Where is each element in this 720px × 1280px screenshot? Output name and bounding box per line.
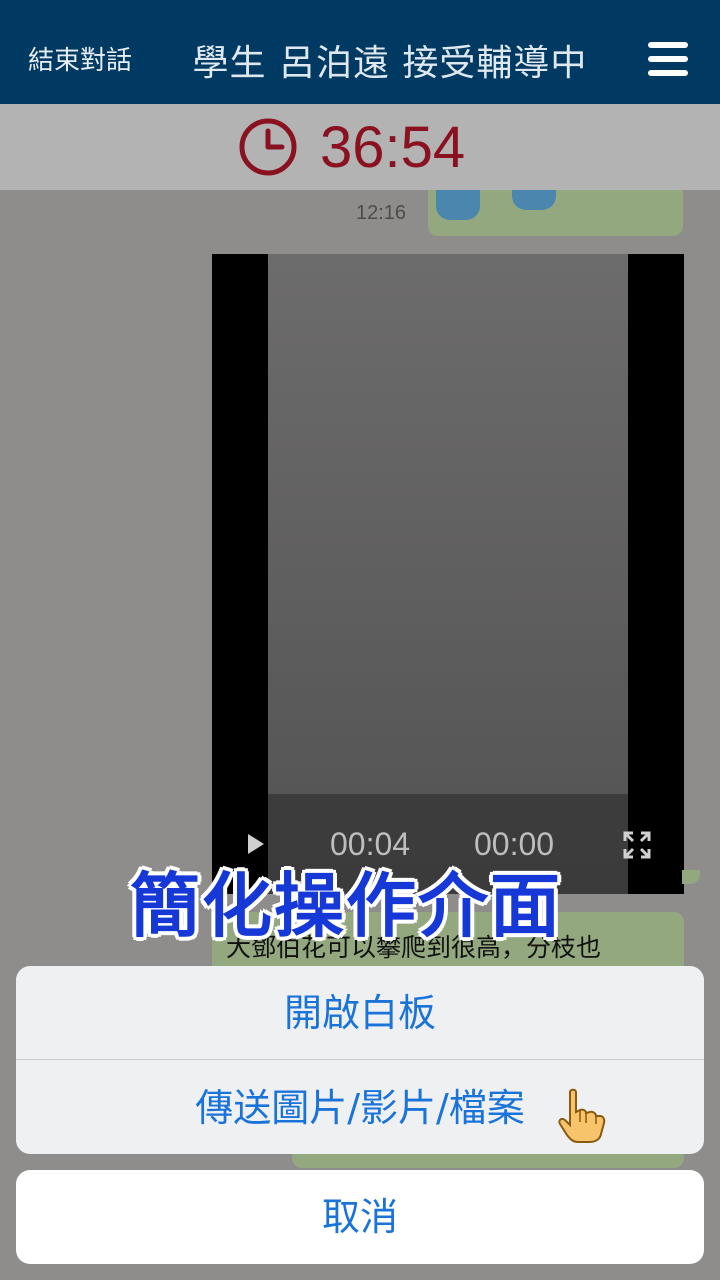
page-title: 學生 呂泊遠 接受輔導中 xyxy=(192,43,588,84)
menu-icon[interactable] xyxy=(648,42,688,76)
open-whiteboard-button[interactable]: 開啟白板 xyxy=(16,966,704,1060)
fullscreen-icon[interactable] xyxy=(622,830,652,860)
pointing-hand-icon xyxy=(558,1088,606,1143)
image-thumbnail xyxy=(512,190,556,210)
message-bubble[interactable] xyxy=(428,190,683,236)
clock-icon xyxy=(239,118,297,176)
message-timestamp: 12:16 xyxy=(356,202,407,224)
cancel-button[interactable]: 取消 xyxy=(16,1170,704,1264)
top-bar: 結束對話 學生 呂泊遠 接受輔導中 xyxy=(0,0,720,104)
session-timer-bar: 36:54 xyxy=(0,104,720,190)
image-thumbnail xyxy=(436,190,480,220)
video-message[interactable]: 00:04 00:00 xyxy=(212,254,684,894)
timer-value: 36:54 xyxy=(320,115,466,180)
bubble-tail xyxy=(682,870,700,884)
feature-caption: 簡化操作介面 xyxy=(130,865,562,947)
